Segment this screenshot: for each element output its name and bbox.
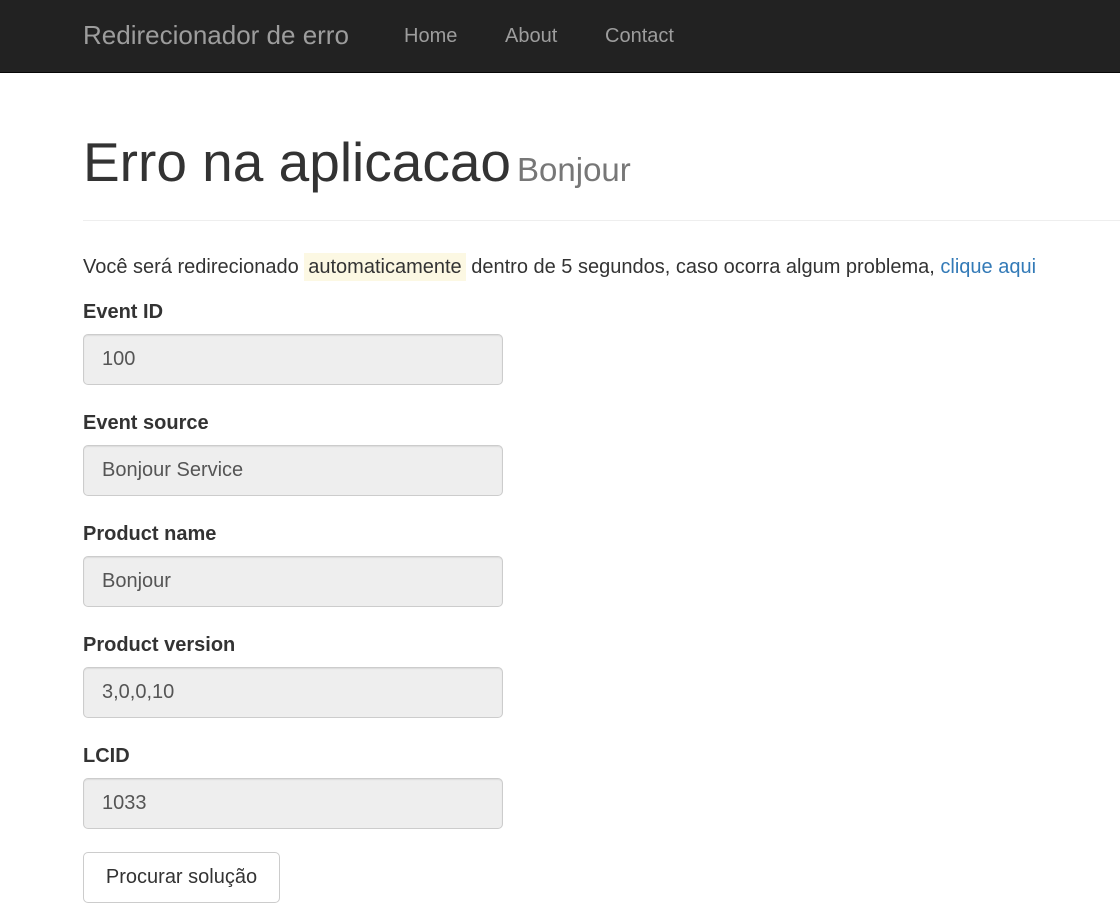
page-subtitle: Bonjour [517,151,631,188]
navbar-brand[interactable]: Redirecionador de erro [83,20,349,50]
page-header: Erro na aplicacao Bonjour [83,131,1120,221]
product-name-field[interactable]: Bonjour [83,556,503,607]
product-version-label: Product version [83,634,236,656]
highlight-automaticamente: automaticamente [304,253,466,281]
event-source-field[interactable]: Bonjour Service [83,445,503,496]
event-source-label: Event source [83,412,209,434]
redirect-message-prefix: Você será redirecionado [83,256,305,278]
product-version-field[interactable]: 3,0,0,10 [83,667,503,718]
event-id-label: Event ID [83,301,164,323]
lcid-label: LCID [83,745,130,767]
page-title: Erro na aplicacao [83,131,512,193]
search-solution-button[interactable]: Procurar solução [83,852,280,903]
nav-link-contact[interactable]: Contact [605,24,674,48]
event-id-field[interactable]: 100 [83,334,503,385]
nav-link-home[interactable]: Home [404,24,457,48]
navbar: Redirecionador de erro Home About Contac… [0,0,1120,73]
nav-link-about[interactable]: About [505,24,557,48]
lcid-field[interactable]: 1033 [83,778,503,829]
redirect-message: Você será redirecionado automaticamente … [83,253,1036,281]
product-name-label: Product name [83,523,217,545]
redirect-message-suffix: dentro de 5 segundos, caso ocorra algum … [465,256,941,278]
click-here-link[interactable]: clique aqui [940,256,1036,278]
